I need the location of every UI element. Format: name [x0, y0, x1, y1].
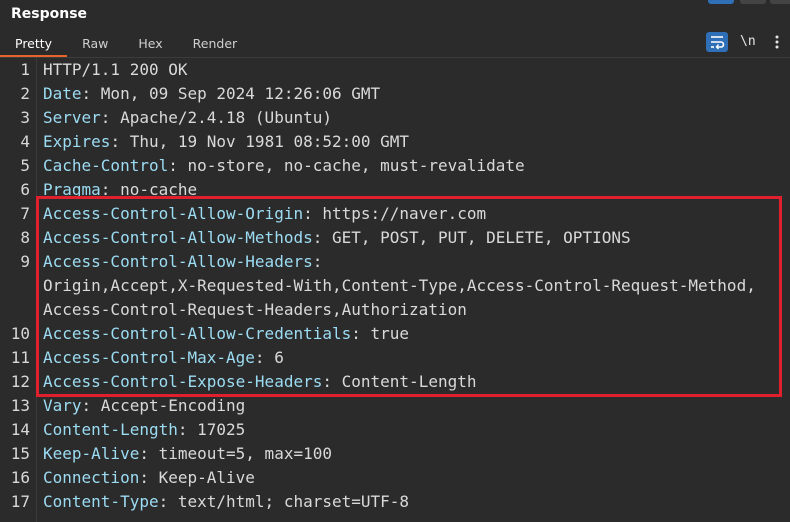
code-line: 15 Keep-Alive: timeout=5, max=100: [0, 442, 790, 466]
top-toolbar-button-2[interactable]: [740, 0, 766, 4]
header-separator: :: [110, 132, 130, 151]
header-name: Vary: [43, 396, 82, 415]
code-line: 4 Expires: Thu, 19 Nov 1981 08:52:00 GMT: [0, 130, 790, 154]
code-line: 17 Content-Type: text/html; charset=UTF-8: [0, 490, 790, 514]
header-name: Connection: [43, 468, 140, 487]
line-number: 3: [20, 108, 30, 127]
header-separator: :: [100, 108, 121, 127]
code-line: 16 Connection: Keep-Alive: [0, 466, 790, 490]
status-line: HTTP/1.1 200 OK: [43, 60, 188, 79]
tab-raw[interactable]: Raw: [67, 33, 123, 57]
top-toolbar-button-3[interactable]: [770, 0, 790, 4]
code-line: 2 Date: Mon, 09 Sep 2024 12:26:06 GMT: [0, 82, 790, 106]
header-separator: :: [168, 156, 188, 175]
line-number: 10: [10, 324, 30, 343]
header-separator: :: [139, 444, 159, 463]
line-number: 2: [20, 84, 30, 103]
line-number: [0, 274, 30, 298]
header-name: Date: [43, 84, 82, 103]
tab-hex[interactable]: Hex: [123, 33, 177, 57]
line-number: 8: [20, 228, 30, 247]
header-name: Cache-Control: [43, 156, 169, 175]
header-separator: :: [177, 420, 198, 439]
top-toolbar-button-1[interactable]: [708, 0, 734, 4]
word-wrap-button[interactable]: [706, 32, 728, 52]
line-number: 6: [20, 180, 30, 199]
code-line: 3 Server: Apache/2.4.18 (Ubuntu): [0, 106, 790, 130]
line-number: 9: [20, 252, 30, 271]
header-separator: :: [139, 468, 159, 487]
code-line: 5 Cache-Control: no-store, no-cache, must…: [0, 154, 790, 178]
code-line: 1 HTTP/1.1 200 OK: [0, 58, 790, 82]
tab-pretty[interactable]: Pretty: [0, 33, 68, 57]
view-tabs: Pretty Raw Hex Render: [0, 33, 252, 57]
header-value: text/html; charset=UTF-8: [177, 492, 410, 511]
header-separator: :: [81, 84, 101, 103]
line-number: 7: [20, 204, 30, 223]
header-value: Thu, 19 Nov 1981 08:52:00 GMT: [129, 132, 410, 151]
word-wrap-icon: [711, 36, 725, 50]
show-newlines-button[interactable]: \n: [740, 32, 756, 52]
panel-title: Response: [11, 6, 88, 22]
line-number: [0, 298, 30, 322]
header-value: Apache/2.4.18 (Ubuntu): [120, 108, 332, 127]
more-vertical-icon[interactable]: [772, 34, 782, 50]
line-number: 13: [10, 396, 30, 415]
header-value: Keep-Alive: [158, 468, 255, 487]
line-number: 11: [10, 348, 30, 367]
code-line: 13 Vary: Accept-Encoding: [0, 394, 790, 418]
header-name: Content-Length: [43, 420, 178, 439]
header-name: Expires: [43, 132, 111, 151]
header-value: no-store, no-cache, must-revalidate: [187, 156, 525, 175]
header-name: Server: [43, 108, 101, 127]
line-number: 17: [10, 492, 30, 511]
header-name: Keep-Alive: [43, 444, 140, 463]
header-value: 17025: [197, 420, 246, 439]
header-value: Mon, 09 Sep 2024 12:26:06 GMT: [100, 84, 381, 103]
cors-headers-highlight-box: [36, 196, 782, 397]
line-number: 12: [10, 372, 30, 391]
header-name: Content-Type: [43, 492, 159, 511]
header-separator: :: [158, 492, 178, 511]
line-number: 15: [10, 444, 30, 463]
header-value: timeout=5, max=100: [158, 444, 332, 463]
header-separator: :: [81, 396, 101, 415]
header-value: Accept-Encoding: [100, 396, 246, 415]
code-line: 14 Content-Length: 17025: [0, 418, 790, 442]
line-number: 14: [10, 420, 30, 439]
line-number: 16: [10, 468, 30, 487]
line-number: 1: [20, 60, 30, 79]
line-number: 5: [20, 156, 30, 175]
tab-render[interactable]: Render: [178, 33, 253, 57]
line-number: 4: [20, 132, 30, 151]
